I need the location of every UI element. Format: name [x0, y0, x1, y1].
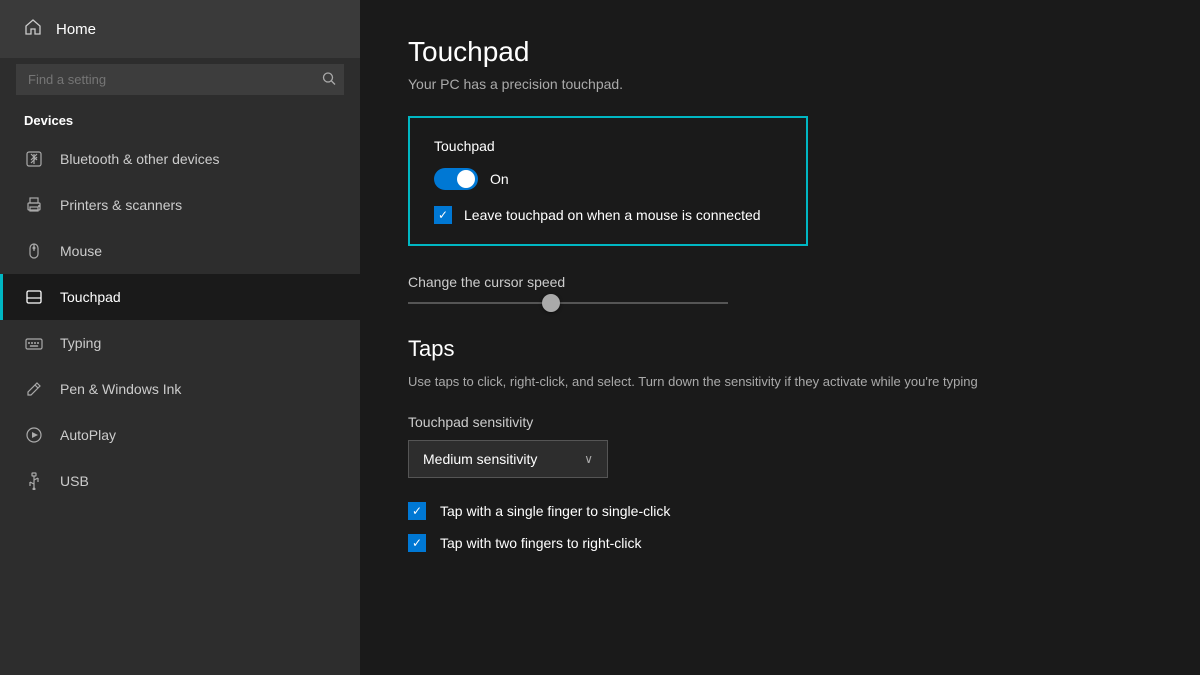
printer-icon	[24, 195, 44, 215]
touchpad-toggle[interactable]	[434, 168, 478, 190]
home-icon	[24, 18, 42, 40]
bluetooth-icon	[24, 149, 44, 169]
toggle-on-label: On	[490, 171, 509, 187]
touchpad-toggle-box: Touchpad On ✓ Leave touchpad on when a m…	[408, 116, 808, 246]
checkmark-icon: ✓	[412, 537, 422, 549]
search-input[interactable]	[16, 64, 344, 95]
slider-thumb[interactable]	[542, 294, 560, 312]
sidebar-item-mouse[interactable]: Mouse	[0, 228, 360, 274]
two-finger-tap-checkbox-row: ✓ Tap with two fingers to right-click	[408, 534, 1152, 552]
single-tap-label: Tap with a single finger to single-click	[440, 503, 670, 519]
usb-icon	[24, 471, 44, 491]
home-label: Home	[56, 21, 96, 38]
typing-icon	[24, 333, 44, 353]
sidebar-item-label: Mouse	[60, 243, 102, 259]
sidebar-item-label: Pen & Windows Ink	[60, 381, 181, 397]
two-finger-tap-checkbox[interactable]: ✓	[408, 534, 426, 552]
chevron-down-icon: ∨	[584, 452, 593, 466]
sidebar-item-label: USB	[60, 473, 89, 489]
sidebar-item-typing[interactable]: Typing	[0, 320, 360, 366]
sidebar-item-printers[interactable]: Printers & scanners	[0, 182, 360, 228]
sidebar-item-label: Printers & scanners	[60, 197, 182, 213]
sidebar: Home Devices Bluetooth & other devices	[0, 0, 360, 675]
leave-touchpad-checkbox[interactable]: ✓	[434, 206, 452, 224]
sidebar-item-label: AutoPlay	[60, 427, 116, 443]
cursor-speed-label: Change the cursor speed	[408, 274, 1152, 290]
sidebar-item-label: Typing	[60, 335, 101, 351]
checkmark-icon: ✓	[412, 505, 422, 517]
main-content: Touchpad Your PC has a precision touchpa…	[360, 0, 1200, 675]
taps-title: Taps	[408, 336, 1152, 362]
search-container	[16, 64, 344, 95]
sidebar-item-pen[interactable]: Pen & Windows Ink	[0, 366, 360, 412]
cursor-speed-slider-container	[408, 302, 728, 304]
sensitivity-value: Medium sensitivity	[423, 451, 537, 467]
leave-touchpad-label: Leave touchpad on when a mouse is connec…	[464, 207, 761, 223]
single-tap-checkbox[interactable]: ✓	[408, 502, 426, 520]
sensitivity-dropdown[interactable]: Medium sensitivity ∨	[408, 440, 608, 478]
sidebar-item-autoplay[interactable]: AutoPlay	[0, 412, 360, 458]
page-subtitle: Your PC has a precision touchpad.	[408, 76, 1152, 92]
two-finger-tap-label: Tap with two fingers to right-click	[440, 535, 642, 551]
sidebar-item-touchpad[interactable]: Touchpad	[0, 274, 360, 320]
page-title: Touchpad	[408, 36, 1152, 68]
sidebar-section-label: Devices	[0, 109, 360, 136]
sidebar-home-button[interactable]: Home	[0, 0, 360, 58]
sidebar-item-usb[interactable]: USB	[0, 458, 360, 504]
sidebar-item-label: Bluetooth & other devices	[60, 151, 220, 167]
slider-track	[408, 302, 728, 304]
sensitivity-label: Touchpad sensitivity	[408, 414, 1152, 430]
sidebar-item-bluetooth[interactable]: Bluetooth & other devices	[0, 136, 360, 182]
touchpad-box-title: Touchpad	[434, 138, 782, 154]
mouse-icon	[24, 241, 44, 261]
checkmark-icon: ✓	[438, 209, 448, 221]
pen-icon	[24, 379, 44, 399]
search-icon	[322, 71, 336, 88]
touchpad-icon	[24, 287, 44, 307]
leave-touchpad-checkbox-row: ✓ Leave touchpad on when a mouse is conn…	[434, 206, 782, 224]
taps-description: Use taps to click, right-click, and sele…	[408, 372, 1008, 392]
single-tap-checkbox-row: ✓ Tap with a single finger to single-cli…	[408, 502, 1152, 520]
touchpad-toggle-row: On	[434, 168, 782, 190]
sidebar-item-label: Touchpad	[60, 289, 121, 305]
autoplay-icon	[24, 425, 44, 445]
